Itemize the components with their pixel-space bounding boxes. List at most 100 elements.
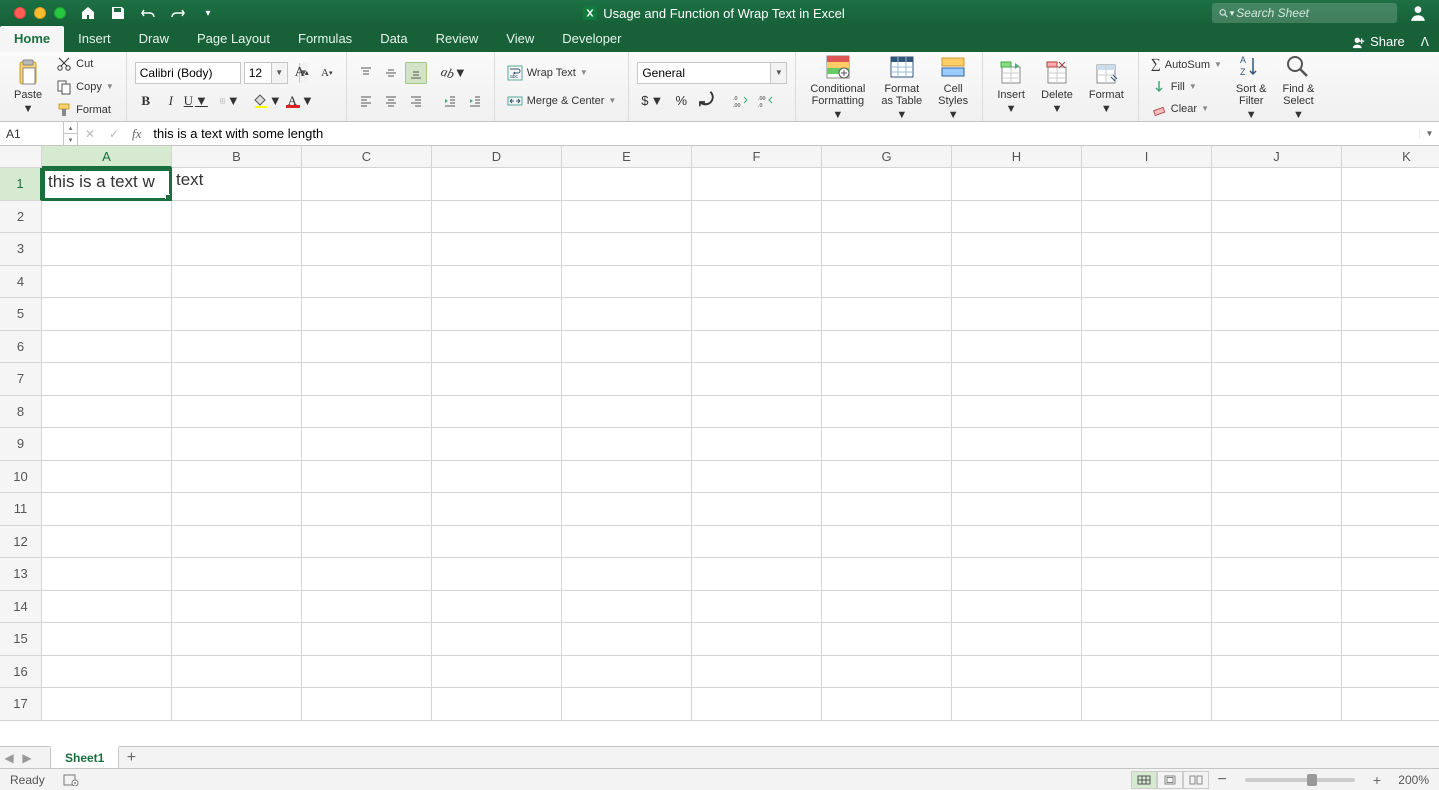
cell-E8[interactable] bbox=[562, 396, 692, 429]
conditional-formatting-button[interactable]: Conditional Formatting▼ bbox=[804, 51, 871, 123]
worksheet-area[interactable]: ABCDEFGHIJK1this is a text wtext23456789… bbox=[0, 146, 1439, 746]
merge-center-button[interactable]: Merge & Center▼ bbox=[503, 91, 621, 111]
cell-B9[interactable] bbox=[172, 428, 302, 461]
cell-G10[interactable] bbox=[822, 461, 952, 494]
cell-J15[interactable] bbox=[1212, 623, 1342, 656]
cell-D6[interactable] bbox=[432, 331, 562, 364]
cell-B7[interactable] bbox=[172, 363, 302, 396]
comma-button[interactable]: ⤾ bbox=[695, 90, 717, 112]
row-header-6[interactable]: 6 bbox=[0, 331, 42, 364]
cell-K11[interactable] bbox=[1342, 493, 1439, 526]
row-header-13[interactable]: 13 bbox=[0, 558, 42, 591]
cell-H4[interactable] bbox=[952, 266, 1082, 299]
cell-G2[interactable] bbox=[822, 201, 952, 234]
cell-E4[interactable] bbox=[562, 266, 692, 299]
cell-G12[interactable] bbox=[822, 526, 952, 559]
sheet-tab-1[interactable]: Sheet1 bbox=[50, 746, 119, 768]
cell-E6[interactable] bbox=[562, 331, 692, 364]
cell-J13[interactable] bbox=[1212, 558, 1342, 591]
clear-button[interactable]: Clear▼ bbox=[1147, 99, 1226, 119]
formula-input[interactable] bbox=[147, 126, 1419, 141]
column-header-C[interactable]: C bbox=[302, 146, 432, 168]
cell-E17[interactable] bbox=[562, 688, 692, 721]
cell-A11[interactable] bbox=[42, 493, 172, 526]
tab-data[interactable]: Data bbox=[366, 26, 421, 52]
cell-A12[interactable] bbox=[42, 526, 172, 559]
cell-F3[interactable] bbox=[692, 233, 822, 266]
cell-H9[interactable] bbox=[952, 428, 1082, 461]
cell-J1[interactable] bbox=[1212, 168, 1342, 201]
cell-D5[interactable] bbox=[432, 298, 562, 331]
cell-J5[interactable] bbox=[1212, 298, 1342, 331]
cell-C9[interactable] bbox=[302, 428, 432, 461]
sort-filter-button[interactable]: AZSort & Filter▼ bbox=[1230, 51, 1273, 123]
cell-A6[interactable] bbox=[42, 331, 172, 364]
cell-G13[interactable] bbox=[822, 558, 952, 591]
cell-F4[interactable] bbox=[692, 266, 822, 299]
font-color-button[interactable]: A▼ bbox=[286, 90, 316, 112]
cell-D14[interactable] bbox=[432, 591, 562, 624]
name-box-down[interactable]: ▾ bbox=[63, 134, 77, 145]
cell-G17[interactable] bbox=[822, 688, 952, 721]
tab-review[interactable]: Review bbox=[422, 26, 493, 52]
cell-F11[interactable] bbox=[692, 493, 822, 526]
cell-D11[interactable] bbox=[432, 493, 562, 526]
cell-F6[interactable] bbox=[692, 331, 822, 364]
cell-J3[interactable] bbox=[1212, 233, 1342, 266]
cell-C5[interactable] bbox=[302, 298, 432, 331]
cell-D17[interactable] bbox=[432, 688, 562, 721]
cell-H10[interactable] bbox=[952, 461, 1082, 494]
row-header-3[interactable]: 3 bbox=[0, 233, 42, 266]
cell-D15[interactable] bbox=[432, 623, 562, 656]
zoom-level[interactable]: 200% bbox=[1389, 773, 1429, 787]
cell-K15[interactable] bbox=[1342, 623, 1439, 656]
cell-F8[interactable] bbox=[692, 396, 822, 429]
number-format-input[interactable] bbox=[638, 63, 770, 83]
cell-A13[interactable] bbox=[42, 558, 172, 591]
column-header-E[interactable]: E bbox=[562, 146, 692, 168]
cell-K10[interactable] bbox=[1342, 461, 1439, 494]
cell-I8[interactable] bbox=[1082, 396, 1212, 429]
cell-E1[interactable] bbox=[562, 168, 692, 201]
align-bottom-button[interactable] bbox=[405, 62, 427, 84]
cell-K1[interactable] bbox=[1342, 168, 1439, 201]
cell-J11[interactable] bbox=[1212, 493, 1342, 526]
cell-C8[interactable] bbox=[302, 396, 432, 429]
cell-A2[interactable] bbox=[42, 201, 172, 234]
cell-C12[interactable] bbox=[302, 526, 432, 559]
copy-button[interactable]: Copy▼ bbox=[52, 77, 118, 97]
search-sheet-box[interactable]: ▾ bbox=[1212, 3, 1397, 23]
minimize-window-button[interactable] bbox=[34, 7, 46, 19]
cell-K7[interactable] bbox=[1342, 363, 1439, 396]
cell-K2[interactable] bbox=[1342, 201, 1439, 234]
tab-page-layout[interactable]: Page Layout bbox=[183, 26, 284, 52]
cell-D13[interactable] bbox=[432, 558, 562, 591]
tab-insert[interactable]: Insert bbox=[64, 26, 125, 52]
cell-A1[interactable]: this is a text w bbox=[42, 168, 172, 201]
cell-C4[interactable] bbox=[302, 266, 432, 299]
cell-D2[interactable] bbox=[432, 201, 562, 234]
cell-C16[interactable] bbox=[302, 656, 432, 689]
sheet-nav-prev[interactable]: ◀ bbox=[0, 751, 18, 765]
decrease-decimal-button[interactable]: .00.0 bbox=[754, 90, 776, 112]
cell-F2[interactable] bbox=[692, 201, 822, 234]
cell-G16[interactable] bbox=[822, 656, 952, 689]
align-top-button[interactable] bbox=[355, 62, 377, 84]
cell-F17[interactable] bbox=[692, 688, 822, 721]
borders-button[interactable]: ▼ bbox=[219, 90, 241, 112]
cut-button[interactable]: Cut bbox=[52, 54, 118, 74]
cell-C14[interactable] bbox=[302, 591, 432, 624]
cell-F15[interactable] bbox=[692, 623, 822, 656]
cell-D1[interactable] bbox=[432, 168, 562, 201]
cell-G3[interactable] bbox=[822, 233, 952, 266]
cell-C15[interactable] bbox=[302, 623, 432, 656]
autosum-button[interactable]: ∑AutoSum▼ bbox=[1147, 55, 1226, 75]
percent-button[interactable]: % bbox=[670, 90, 692, 112]
column-header-J[interactable]: J bbox=[1212, 146, 1342, 168]
cell-D4[interactable] bbox=[432, 266, 562, 299]
cell-A10[interactable] bbox=[42, 461, 172, 494]
column-header-H[interactable]: H bbox=[952, 146, 1082, 168]
cell-I7[interactable] bbox=[1082, 363, 1212, 396]
tab-draw[interactable]: Draw bbox=[125, 26, 183, 52]
cell-I17[interactable] bbox=[1082, 688, 1212, 721]
